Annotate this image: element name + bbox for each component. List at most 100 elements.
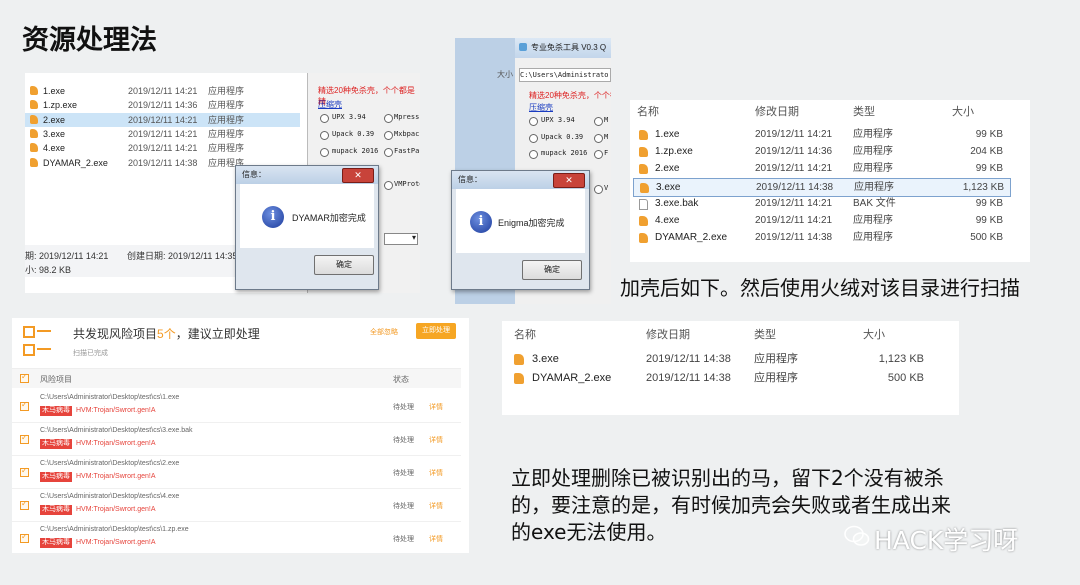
radio-upx[interactable] [320,114,329,123]
file-row[interactable]: 3.exe 2019/12/11 14:38 应用程序 1,123 KB [502,350,959,369]
chevron-down-icon: ▾ [411,233,416,242]
file-type: 应用程序 [853,129,893,140]
file-row[interactable]: 1.exe 2019/12/11 14:21 应用程序 99 KB [633,126,1009,143]
radio-upx[interactable] [529,117,538,126]
column-header-size[interactable]: 大小 [863,326,885,342]
dialog-close-button[interactable]: ✕ [342,168,374,183]
file-name: 1.zp.exe [43,100,78,111]
file-date: 2019/12/11 14:38 [128,157,198,168]
radio-label: VMProte [394,180,420,188]
risk-item-checkbox[interactable] [20,532,29,543]
file-row[interactable]: 1.zp.exe 2019/12/11 14:36 应用程序 [25,98,300,112]
file-type: 应用程序 [208,86,245,96]
details-link[interactable]: 详情 [429,501,443,511]
threat-type-badge: 木马病毒 [40,505,72,515]
file-type: 应用程序 [754,372,798,384]
path-input[interactable]: C:\Users\Administrato [519,68,611,82]
file-row[interactable]: 3.exe.bak 2019/12/11 14:21 BAK 文件 99 KB [633,195,1009,212]
exe-file-icon [639,130,648,140]
file-row[interactable]: 2.exe 2019/12/11 14:21 应用程序 99 KB [633,160,1009,177]
radio-label: mupack 2016 [332,147,379,155]
column-header-size[interactable]: 大小 [952,103,974,119]
details-link[interactable]: 详情 [429,402,443,412]
exe-file-icon [639,147,648,158]
caption-line: 的，要注意的是，有时候加壳会失败或者生成出来 [511,493,951,517]
radio-mpress[interactable] [384,114,393,123]
risk-item-row[interactable]: C:\Users\Administrator\Desktop\test\cs\3… [12,422,461,456]
radio-option[interactable] [594,134,603,143]
risk-item-checkbox[interactable] [20,400,29,411]
risk-item-row[interactable]: C:\Users\Administrator\Desktop\test\cs\1… [12,521,461,555]
handle-now-button[interactable]: 立即处理 [416,323,456,339]
column-header-name[interactable]: 名称 [514,326,536,342]
exe-file-icon [514,373,524,384]
radio-mupack[interactable] [320,148,329,157]
column-header-date[interactable]: 修改日期 [755,103,799,119]
exe-file-icon [30,128,38,138]
file-type: 应用程序 [208,143,245,154]
packer-group-label: 压缩壳 [529,103,553,112]
file-name: DYAMAR_2.exe [655,232,728,244]
file-date: 2019/12/11 14:38 [756,181,834,193]
ignore-all-link[interactable]: 全部忽略 [370,327,398,337]
exe-file-icon [514,354,524,365]
radio-upack[interactable] [529,134,538,143]
dialog-close-button[interactable]: ✕ [553,173,585,188]
dialog-ok-button[interactable]: 确定 [314,255,374,275]
radio-label: Upack 0.39 [332,130,375,138]
column-header-name[interactable]: 名称 [637,103,659,119]
radio-mupack[interactable] [529,150,538,159]
file-name: 2.exe [655,163,680,175]
details-link[interactable]: 详情 [429,435,443,445]
file-row[interactable]: 3.exe 2019/12/11 14:38 应用程序 1,123 KB [633,177,1011,197]
file-name: 4.exe [43,143,66,154]
risk-item-checkbox[interactable] [20,499,29,510]
radio-fastpack[interactable] [384,148,393,157]
file-row[interactable]: 4.exe 2019/12/11 14:21 应用程序 99 KB [633,212,1009,229]
checklist-icon [23,326,53,356]
file-type: 应用程序 [853,146,893,158]
file-row[interactable]: 3.exe 2019/12/11 14:21 应用程序 [25,127,300,141]
threat-type-badge: 木马病毒 [40,538,72,548]
column-header-date[interactable]: 修改日期 [646,326,690,342]
radio-label: FastPac [394,147,420,155]
file-row[interactable]: 1.zp.exe 2019/12/11 14:36 应用程序 204 KB [633,143,1009,160]
slide-title: 资源处理法 [22,25,157,56]
risk-status: 待处理 [393,470,414,477]
select-all-checkbox[interactable] [20,372,29,383]
risk-item-row[interactable]: C:\Users\Administrator\Desktop\test\cs\1… [12,389,461,423]
risk-item-row[interactable]: C:\Users\Administrator\Desktop\test\cs\4… [12,488,461,522]
file-row[interactable]: 2.exe 2019/12/11 14:21 应用程序 [25,112,300,127]
risk-item-checkbox[interactable] [20,466,29,477]
file-row[interactable]: DYAMAR_2.exe 2019/12/11 14:38 应用程序 500 KB [502,369,959,388]
radio-mxbpack[interactable] [384,131,393,140]
risk-path: C:\Users\Administrator\Desktop\test\cs\1… [40,394,180,401]
column-header-type[interactable]: 类型 [853,103,875,119]
virus-name: HVM:Trojan/Swrort.gen!A [76,440,156,447]
radio-vmprotect[interactable] [384,181,393,190]
file-size: 99 KB [975,197,1003,209]
radio-option[interactable] [594,185,603,194]
radio-option[interactable] [594,150,603,159]
file-name: 1.exe [43,86,66,96]
dialog-ok-button[interactable]: 确定 [522,260,582,280]
radio-upack[interactable] [320,131,329,140]
packer-group-label: 压缩壳 [318,100,342,109]
file-row[interactable]: 4.exe 2019/12/11 14:21 应用程序 [25,141,300,155]
file-type: 应用程序 [853,215,893,226]
file-size: 99 KB [975,215,1003,226]
dropdown[interactable]: ▾ [384,233,418,245]
file-row[interactable]: 1.exe 2019/12/11 14:21 应用程序 [25,84,300,98]
details-link[interactable]: 详情 [429,468,443,478]
exe-file-icon [639,216,648,226]
file-name: DYAMAR_2.exe [43,157,108,168]
details-link[interactable]: 详情 [429,534,443,544]
column-header-type[interactable]: 类型 [754,326,776,342]
file-date: 2019/12/11 14:38 [755,232,833,244]
file-row[interactable]: DYAMAR_2.exe 2019/12/11 14:38 应用程序 500 KB [633,229,1009,246]
risk-item-checkbox[interactable] [20,433,29,444]
risk-item-row[interactable]: C:\Users\Administrator\Desktop\test\cs\2… [12,455,461,489]
virus-name: HVM:Trojan/Swrort.gen!A [76,473,156,480]
radio-label: mupack 2016 [541,149,588,157]
radio-option[interactable] [594,117,603,126]
